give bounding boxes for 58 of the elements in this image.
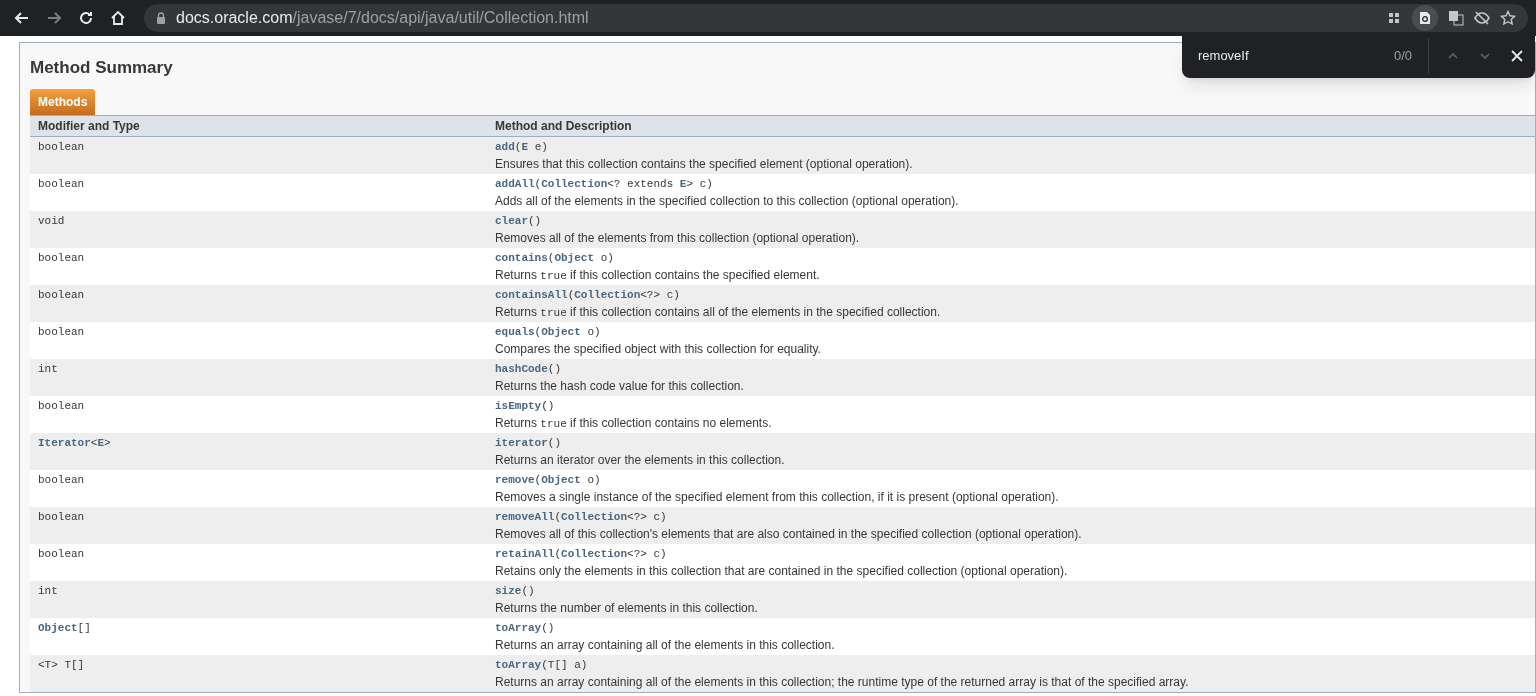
method-description: Returns true if this collection contains all of the elements in the specified collection. — [495, 305, 941, 321]
method-signature[interactable]: add(E e) — [495, 140, 913, 155]
method-description: Returns an iterator over the elements in this collection. — [495, 453, 785, 468]
method-description: Compares the specified object with this collection for equality. — [495, 342, 821, 357]
method-signature[interactable]: addAll(Collection<? extends E> c) — [495, 177, 959, 192]
method-signature[interactable]: containsAll(Collection<?> c) — [495, 288, 941, 303]
method-signature[interactable]: equals(Object o) — [495, 325, 821, 340]
find-input[interactable]: removeIf — [1198, 46, 1368, 66]
method-description: Ensures that this collection contains the specified element (optional operation). — [495, 157, 913, 172]
match-count: 0/0 — [1393, 38, 1429, 74]
star-icon[interactable] — [1500, 10, 1516, 26]
column-header: Modifier and Type — [37, 118, 141, 135]
type-cell-text: boolean — [37, 251, 86, 266]
method-description: Returns the hash code value for this collection. — [495, 379, 744, 394]
method-signature[interactable]: clear() — [495, 214, 860, 229]
type-cell-text: boolean — [37, 325, 86, 340]
method-description: Returns an array containing all of the elements in this collection; the runtime type of the returned array is that of the specified array. — [495, 675, 1189, 690]
method-description: Removes all of the elements from this collection (optional operation). — [495, 231, 860, 246]
lock-icon — [156, 12, 166, 24]
type-cell-text: int — [37, 362, 59, 377]
type-cell-text: <T> T[] — [37, 658, 86, 673]
method-signature[interactable]: iterator() — [495, 436, 785, 451]
type-cell-text: boolean — [37, 473, 86, 488]
method-signature[interactable]: removeAll(Collection<?> c) — [495, 510, 1082, 525]
type-cell-text: boolean — [37, 288, 86, 303]
method-signature[interactable]: size() — [495, 584, 758, 599]
method-description: Retains only the elements in this collection that are contained in the specified collection (optional operation). — [495, 564, 1068, 579]
method-description: Returns true if this collection contains the specified element. — [495, 268, 820, 284]
method-description: Adds all of the elements in the specified collection to this collection (optional operation). — [495, 194, 959, 209]
method-description: Returns the number of elements in this collection. — [495, 601, 758, 616]
find-icon[interactable] — [1412, 5, 1438, 31]
type-cell-text: boolean — [37, 547, 86, 562]
type-cell-text: boolean — [37, 399, 86, 414]
eye-slash-icon[interactable] — [1474, 10, 1490, 26]
type-cell-text: boolean — [37, 177, 86, 192]
type-cell-text: Object[] — [37, 621, 92, 636]
type-cell-text: Iterator<E> — [37, 436, 112, 451]
method-signature[interactable]: toArray(T[] a) — [495, 658, 1189, 673]
method-signature[interactable]: toArray() — [495, 621, 835, 636]
method-description: Removes all of this collection's elements that are also contained in the specified collection (optional operation). — [495, 527, 1082, 542]
method-signature[interactable]: remove(Object o) — [495, 473, 1059, 488]
method-description: Returns true if this collection contains no elements. — [495, 416, 772, 432]
method-signature[interactable]: isEmpty() — [495, 399, 772, 414]
close-icon[interactable] — [1509, 48, 1525, 64]
method-signature[interactable]: retainAll(Collection<?> c) — [495, 547, 1068, 562]
url-text: docs.oracle.com/javase/7/docs/api/java/util/Collection.html — [176, 8, 589, 28]
type-cell-text: int — [37, 584, 59, 599]
grid-icon[interactable] — [1386, 10, 1402, 26]
address-bar[interactable]: docs.oracle.com/javase/7/docs/api/java/util/Collection.html — [144, 4, 1528, 32]
method-description: Returns an array containing all of the elements in this collection. — [495, 638, 835, 653]
method-description: Removes a single instance of the specified element from this collection, if it is present (optional operation). — [495, 490, 1059, 505]
section-heading: Method Summary — [30, 57, 173, 77]
type-cell-text: void — [37, 214, 66, 229]
method-signature[interactable]: hashCode() — [495, 362, 744, 377]
type-cell-text: boolean — [37, 510, 86, 525]
column-header: Method and Description — [494, 118, 632, 135]
method-signature[interactable]: contains(Object o) — [495, 251, 820, 266]
type-cell-text: boolean — [37, 140, 86, 155]
